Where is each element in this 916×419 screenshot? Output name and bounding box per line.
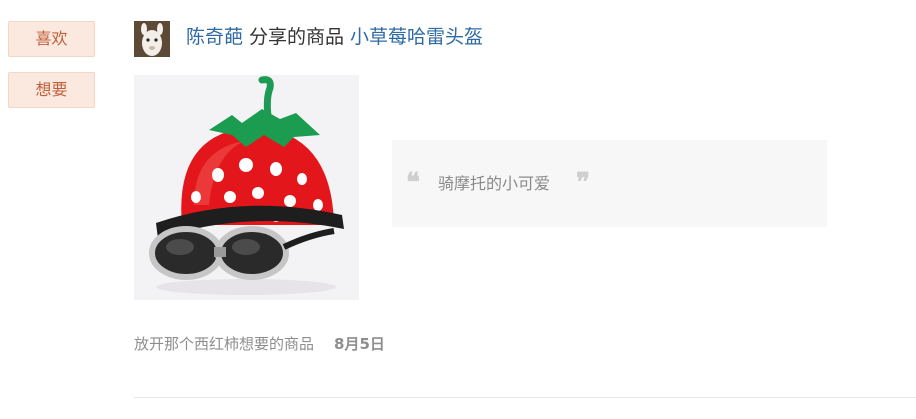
post-headline: 陈奇葩 分享的商品 小草莓哈雷头盔 xyxy=(186,22,483,52)
divider xyxy=(134,397,916,398)
user-avatar[interactable] xyxy=(134,21,170,57)
post-meta: 放开那个西红柿想要的商品 8月5日 xyxy=(134,333,385,355)
strawberry-helmet-image xyxy=(134,75,359,300)
meta-source-text: 放开那个西红柿想要的商品 xyxy=(134,335,315,353)
want-button[interactable]: 想要 xyxy=(8,72,95,108)
product-image[interactable] xyxy=(134,75,359,300)
alpaca-avatar-icon xyxy=(134,21,170,57)
close-quote-icon: ❞ xyxy=(576,168,590,198)
post-date: 8月5日 xyxy=(334,335,385,353)
action-verb: 分享的商品 xyxy=(249,26,345,48)
quote-text: 骑摩托的小可爱 xyxy=(438,174,551,193)
like-button[interactable]: 喜欢 xyxy=(8,21,95,57)
open-quote-icon: ❝ xyxy=(406,168,420,198)
feed-item: 喜欢 想要 陈奇葩 分享的商品 小草莓哈雷头盔 ❝ 骑摩托的小可爱 ❞ 放开那个… xyxy=(0,0,916,419)
user-name-link[interactable]: 陈奇葩 xyxy=(186,26,243,48)
quote-block: ❝ 骑摩托的小可爱 ❞ xyxy=(392,140,827,227)
product-name-link[interactable]: 小草莓哈雷头盔 xyxy=(350,26,483,48)
